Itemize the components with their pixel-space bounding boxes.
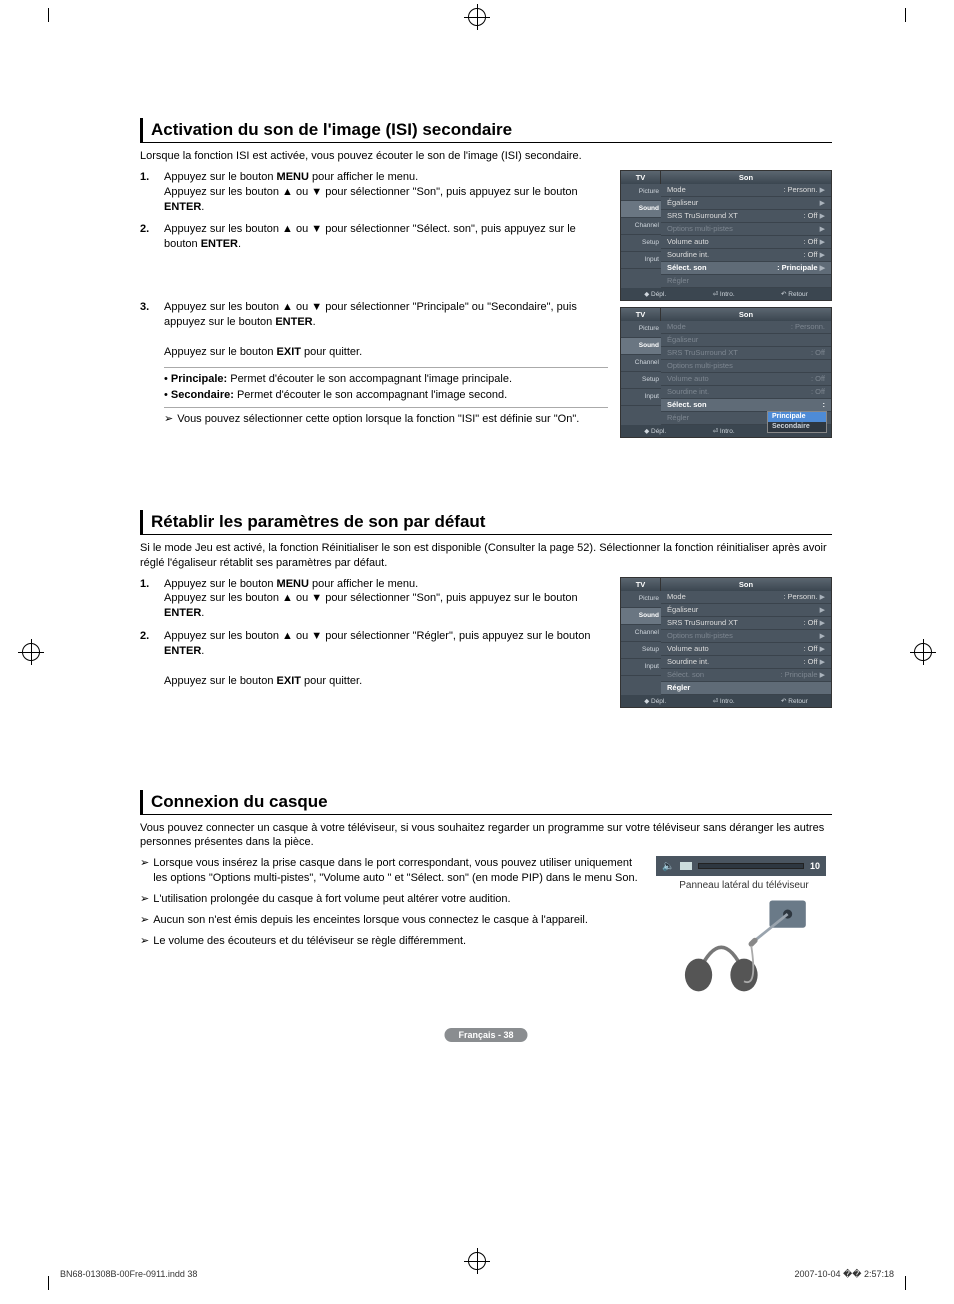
step-text: Appuyez sur le bouton MENU pour afficher… xyxy=(164,170,608,215)
step-text: Appuyez sur les bouton ▲ ou ▼ pour sélec… xyxy=(164,222,608,252)
registration-mark-icon xyxy=(914,643,932,661)
osd-screenshot: TVSon Picture Sound Channel Setup Input … xyxy=(620,170,832,301)
speaker-icon: 🔈 xyxy=(662,861,674,872)
step-number: 2. xyxy=(140,222,154,252)
headphone-figure: 🔈 10 Panneau latéral du téléviseur xyxy=(656,856,832,998)
definition-box: • Principale: Permet d'écouter le son ac… xyxy=(164,367,608,408)
section-title: Activation du son de l'image (ISI) secon… xyxy=(140,118,832,143)
headphones-icon xyxy=(669,895,819,995)
step-number: 2. xyxy=(140,629,154,688)
section-intro: Lorsque la fonction ISI est activée, vou… xyxy=(140,149,832,164)
figure-caption: Panneau latéral du téléviseur xyxy=(656,880,832,891)
step-number: 1. xyxy=(140,577,154,622)
step-text: Appuyez sur les bouton ▲ ou ▼ pour sélec… xyxy=(164,629,608,688)
section-intro: Vous pouvez connecter un casque à votre … xyxy=(140,821,832,851)
section-title: Connexion du casque xyxy=(140,790,832,815)
osd-dropdown: Principale Secondaire xyxy=(767,411,827,433)
print-footer: BN68-01308B-00Fre-0911.indd 38 2007-10-0… xyxy=(60,1269,894,1280)
volume-bar: 🔈 10 xyxy=(656,856,826,876)
osd-screenshot: TVSon Picture Sound Channel Setup Input … xyxy=(620,307,832,438)
note: ➢Lorsque vous insérez la prise casque da… xyxy=(140,856,644,886)
note: ➢L'utilisation prolongée du casque à for… xyxy=(140,892,644,907)
registration-mark-icon xyxy=(468,1252,486,1270)
note-icon: ➢ xyxy=(164,412,173,427)
step-text: Appuyez sur les bouton ▲ ou ▼ pour sélec… xyxy=(164,300,608,359)
note: ➢Le volume des écouteurs et du téléviseu… xyxy=(140,934,644,949)
page-number-badge: Français - 38 xyxy=(444,1028,527,1042)
note-icon: ➢ xyxy=(140,856,149,886)
note-icon: ➢ xyxy=(140,934,149,949)
footer-timestamp: 2007-10-04 �� 2:57:18 xyxy=(794,1269,894,1280)
step-number: 3. xyxy=(140,300,154,359)
osd-screenshot: TVSon Picture Sound Channel Setup Input … xyxy=(620,577,832,708)
footer-filename: BN68-01308B-00Fre-0911.indd 38 xyxy=(60,1269,197,1280)
note-icon: ➢ xyxy=(140,913,149,928)
manual-page: Activation du son de l'image (ISI) secon… xyxy=(140,118,832,998)
section-intro: Si le mode Jeu est activé, la fonction R… xyxy=(140,541,832,571)
section-title: Rétablir les paramètres de son par défau… xyxy=(140,510,832,535)
note: ➢ Vous pouvez sélectionner cette option … xyxy=(164,412,608,427)
registration-mark-icon xyxy=(22,643,40,661)
step-number: 1. xyxy=(140,170,154,215)
note: ➢Aucun son n'est émis depuis les enceint… xyxy=(140,913,644,928)
note-icon: ➢ xyxy=(140,892,149,907)
step-text: Appuyez sur le bouton MENU pour afficher… xyxy=(164,577,608,622)
